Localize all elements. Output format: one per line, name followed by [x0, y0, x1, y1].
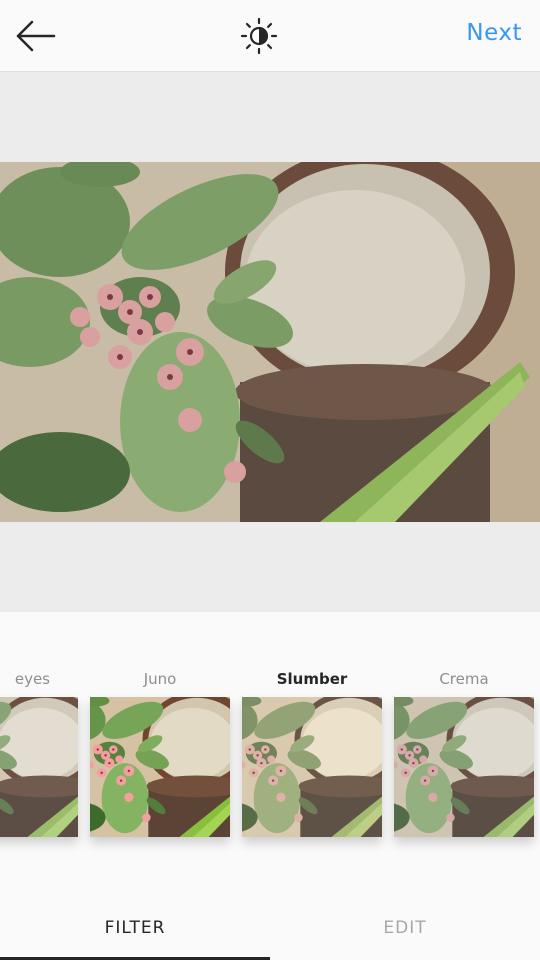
- next-button[interactable]: Next: [466, 20, 522, 46]
- filter-label: Crema: [439, 670, 489, 688]
- filter-thumbnail: [90, 697, 230, 837]
- brightness-icon: [240, 17, 278, 59]
- filter-thumbnail: [394, 697, 534, 837]
- tab-edit[interactable]: EDIT: [270, 890, 540, 960]
- lux-button[interactable]: [240, 17, 278, 55]
- arrow-left-icon: [14, 20, 58, 58]
- top-bar: Next: [0, 0, 540, 72]
- filter-strip[interactable]: eyes Juno Slumber Crema: [0, 612, 540, 890]
- tab-filter[interactable]: FILTER: [0, 890, 270, 960]
- bottom-tab-bar: FILTER EDIT: [0, 890, 540, 960]
- filter-label: Juno: [143, 670, 177, 688]
- filter-label: Slumber: [276, 670, 348, 688]
- photo-preview: [0, 162, 540, 522]
- filter-thumbnail: [0, 697, 78, 837]
- filter-label: eyes: [14, 670, 50, 688]
- back-button[interactable]: [14, 18, 58, 54]
- photo-preview-area: [0, 72, 540, 612]
- filter-thumbnail: [242, 697, 382, 837]
